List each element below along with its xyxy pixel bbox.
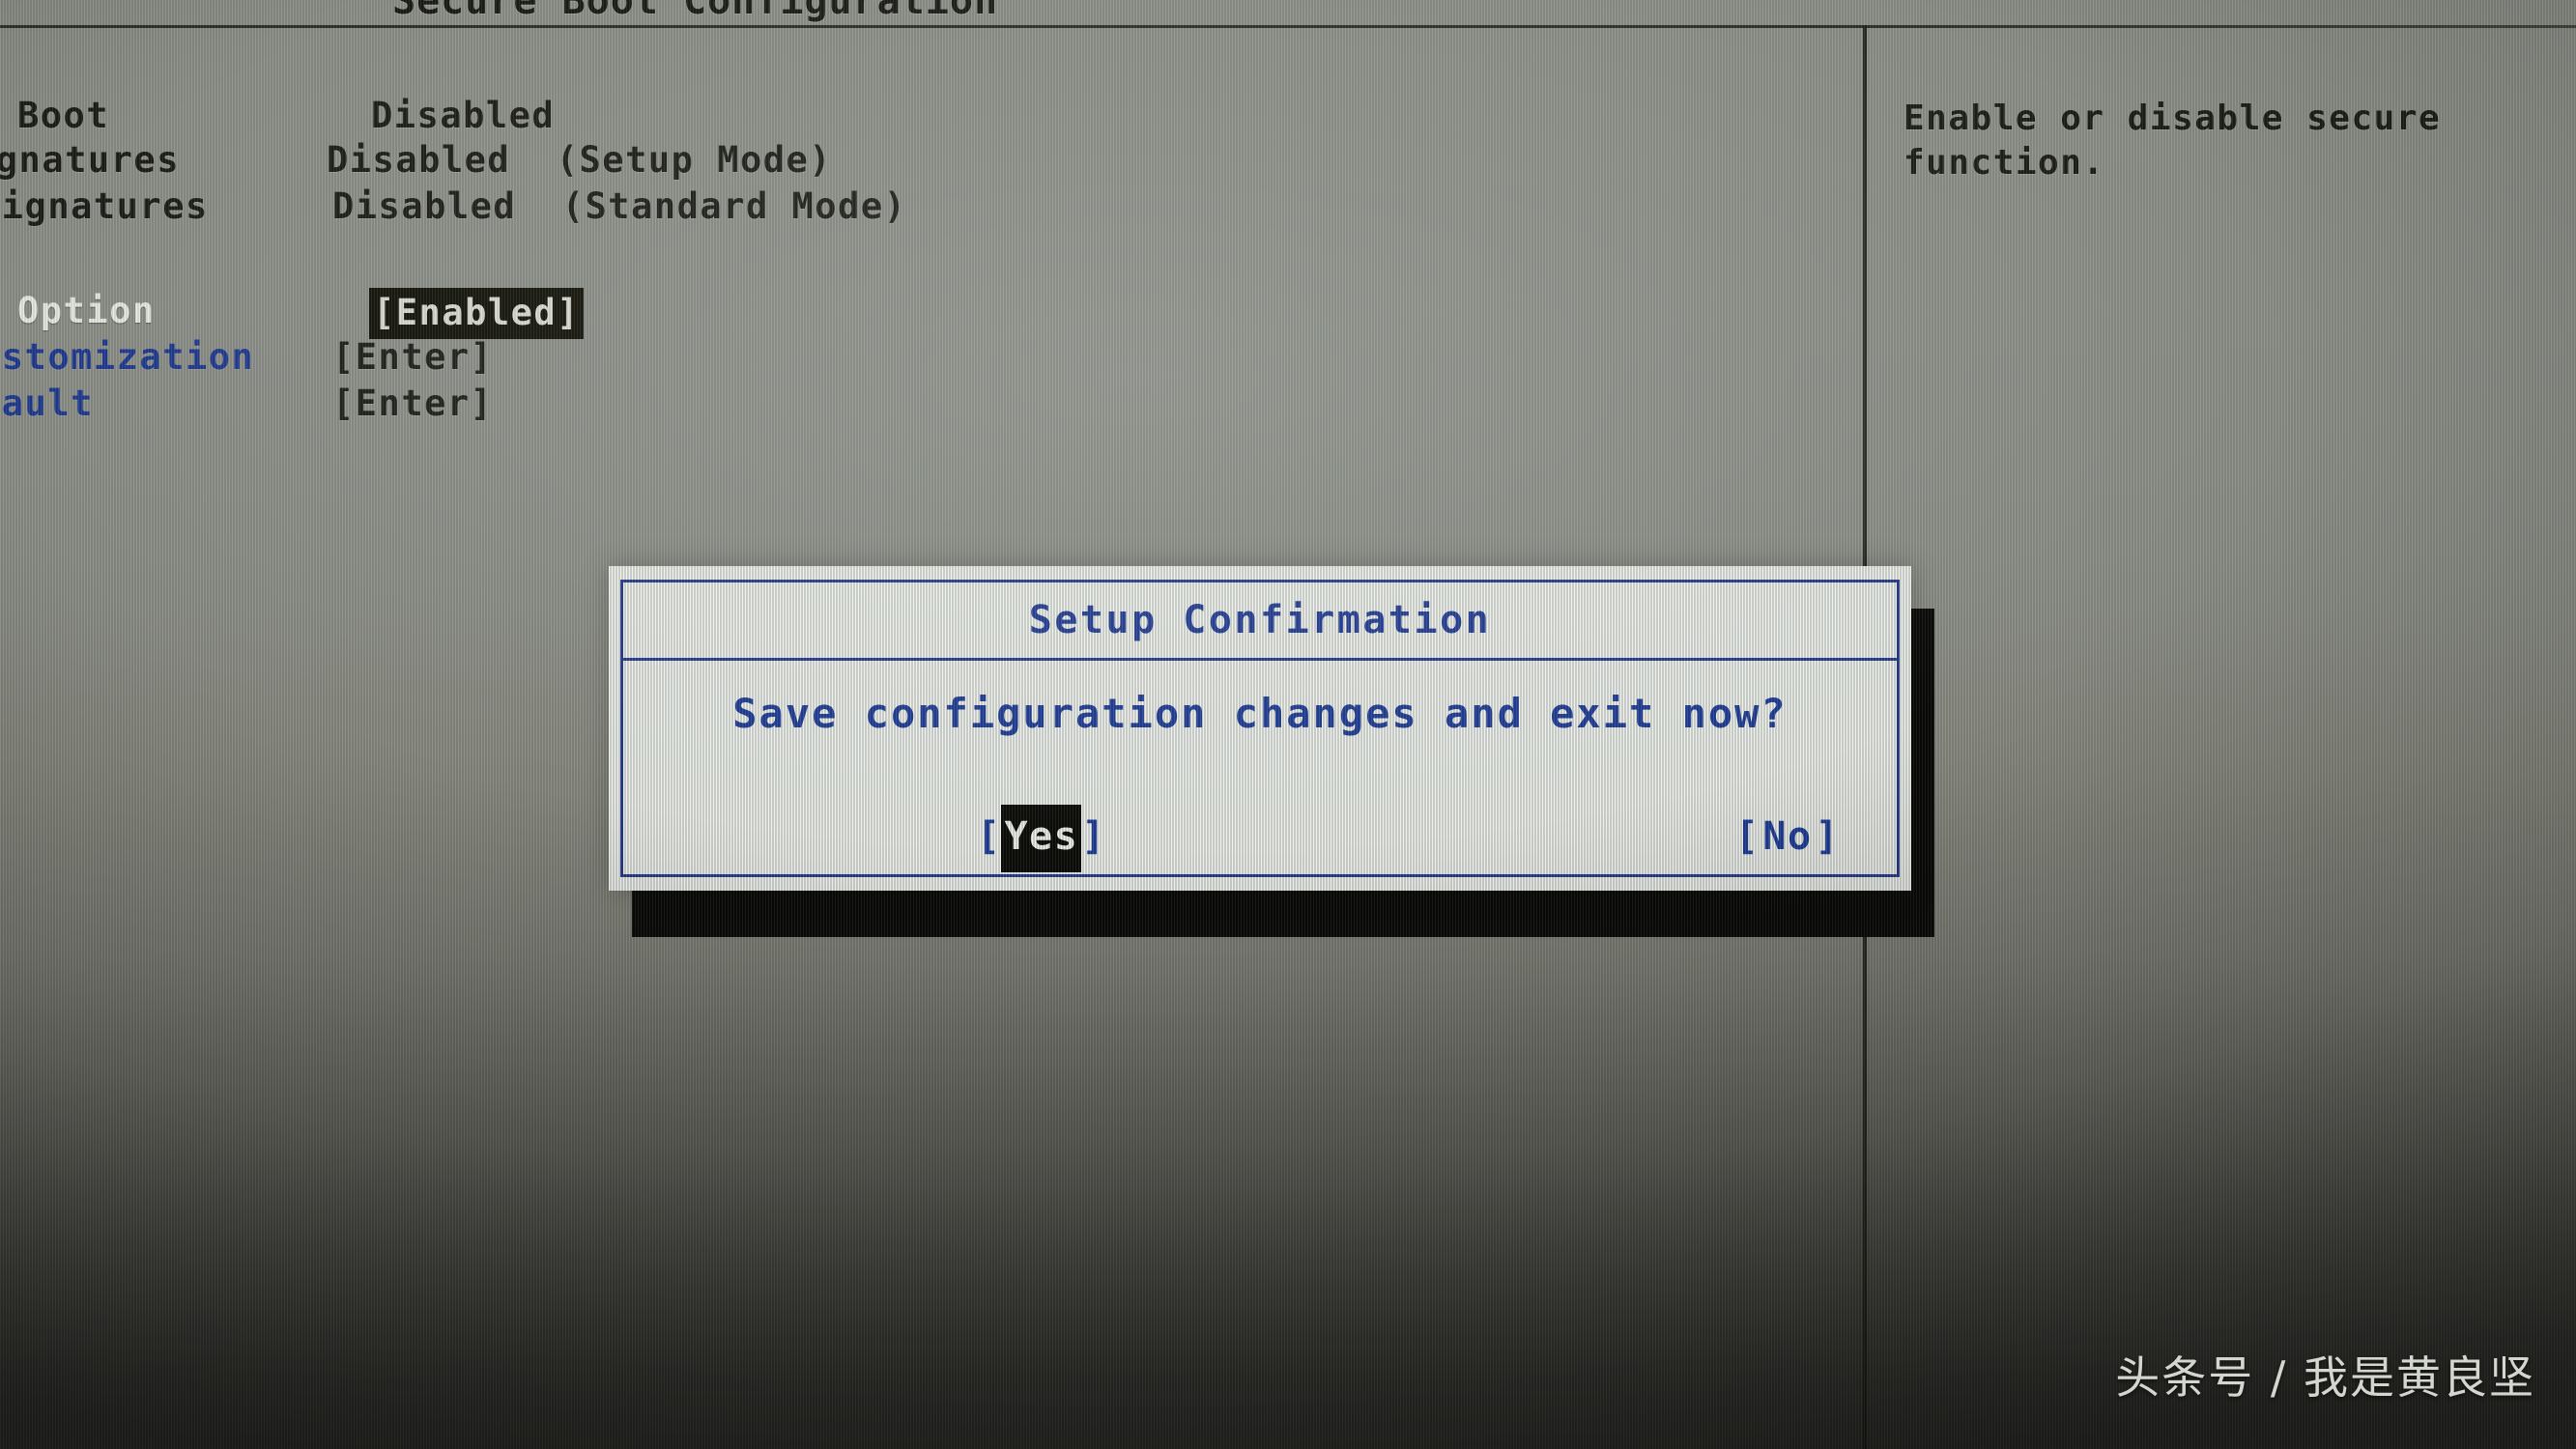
bios-screen-photo: Secure Boot Configuration Boot Disabled …: [0, 0, 2576, 1449]
help-line: Enable or disable secure: [1903, 99, 2442, 138]
dialog-message: Save configuration changes and exit now?: [732, 690, 1788, 737]
option-label: fault: [0, 383, 94, 424]
help-pane: Enable or disable secure function.: [1903, 97, 2570, 185]
option-value[interactable]: [Enter]: [332, 383, 493, 424]
yes-button-label: Yes: [1001, 810, 1082, 866]
bracket-close: ]: [1815, 814, 1841, 859]
option-value[interactable]: Disabled (Standard Mode): [332, 185, 906, 227]
no-button[interactable]: [No]: [1439, 779, 1840, 895]
help-line: function.: [1903, 143, 2105, 183]
option-value[interactable]: [Enter]: [332, 336, 493, 378]
bracket-open: [: [1734, 814, 1760, 859]
bracket-close: ]: [1081, 814, 1106, 859]
bracket-open: [: [976, 814, 1002, 859]
dialog-frame: Setup Confirmation Save configuration ch…: [620, 580, 1900, 877]
option-value[interactable]: Disabled: [371, 95, 555, 136]
option-label: Signatures: [0, 185, 209, 227]
option-label: ignatures: [0, 139, 180, 181]
option-label: Option: [17, 290, 156, 331]
dialog-body: Save configuration changes and exit now?…: [623, 661, 1897, 870]
header-divider: [0, 25, 2576, 28]
option-label: ustomization: [0, 336, 255, 378]
dialog-title-bar: Setup Confirmation: [623, 582, 1897, 661]
no-button-label: No: [1762, 814, 1813, 859]
page-title: Secure Boot Configuration: [392, 0, 999, 23]
setup-confirmation-dialog: Setup Confirmation Save configuration ch…: [609, 566, 1911, 891]
dialog-button-row: [Yes] [No]: [623, 779, 1897, 895]
option-label: Boot: [17, 95, 110, 136]
option-value[interactable]: Disabled (Setup Mode): [327, 139, 832, 181]
dialog-title: Setup Confirmation: [1028, 598, 1492, 642]
yes-button[interactable]: [Yes]: [680, 779, 1106, 895]
option-value-selected[interactable]: [Enabled]: [371, 290, 582, 337]
watermark: 头条号 / 我是黄良坚: [2115, 1351, 2535, 1404]
